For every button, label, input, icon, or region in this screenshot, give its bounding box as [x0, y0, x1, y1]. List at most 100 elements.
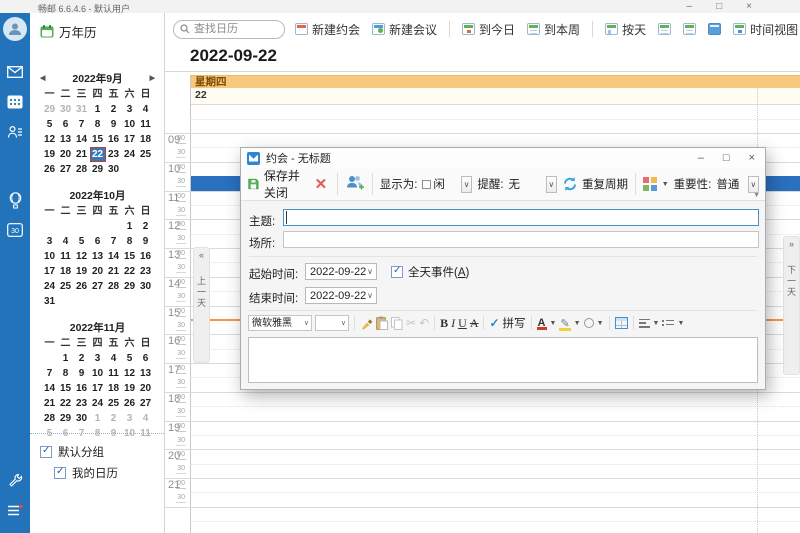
- subject-input[interactable]: [283, 209, 759, 226]
- invite-attendees-button[interactable]: [345, 174, 365, 194]
- mini-day-cell[interactable]: 25: [58, 279, 74, 294]
- mini-day-cell[interactable]: 27: [58, 162, 74, 177]
- mini-day-cell[interactable]: 2: [106, 411, 122, 426]
- mini-day-cell[interactable]: 11: [106, 366, 122, 381]
- font-size-combo[interactable]: ∨: [315, 315, 349, 331]
- mini-day-cell[interactable]: 20: [90, 264, 106, 279]
- show-as-value[interactable]: 闲: [422, 176, 455, 192]
- mini-day-cell[interactable]: 20: [138, 381, 154, 396]
- category-dropdown[interactable]: ▼: [662, 181, 669, 188]
- mini-day-cell[interactable]: 3: [90, 351, 106, 366]
- mini-day-cell[interactable]: 27: [138, 396, 154, 411]
- weekday-header[interactable]: 星期四: [191, 75, 800, 88]
- next-month-icon[interactable]: ▶: [150, 71, 155, 87]
- mini-day-cell[interactable]: 1: [90, 411, 106, 426]
- view-timeline-button[interactable]: 时间视图: [733, 21, 798, 38]
- account-avatar[interactable]: [0, 13, 30, 43]
- mini-day-cell[interactable]: 28: [42, 411, 58, 426]
- view-week-button[interactable]: [658, 23, 671, 35]
- insert-table-button[interactable]: [615, 317, 628, 329]
- mini-day-cell[interactable]: 16: [74, 381, 90, 396]
- minimize-button[interactable]: –: [687, 0, 693, 13]
- importance-value[interactable]: 普通: [716, 176, 742, 192]
- location-input[interactable]: [283, 231, 759, 248]
- copy-icon[interactable]: [391, 317, 403, 330]
- mini-day-cell[interactable]: 10: [90, 366, 106, 381]
- mini-day-cell[interactable]: 30: [106, 162, 122, 177]
- mini-day-cell[interactable]: 17: [122, 132, 138, 147]
- new-meeting-button[interactable]: 新建会议: [372, 21, 437, 38]
- mini-day-cell[interactable]: 1: [90, 102, 106, 117]
- nav-calendar[interactable]: [0, 87, 30, 117]
- mini-day-cell[interactable]: 26: [122, 396, 138, 411]
- list-button[interactable]: [662, 319, 674, 328]
- mini-day-cell[interactable]: 2: [74, 351, 90, 366]
- close-button[interactable]: ×: [746, 0, 752, 13]
- mini-day-cell[interactable]: 13: [90, 249, 106, 264]
- bold-button[interactable]: B: [440, 315, 448, 331]
- dialog-close-button[interactable]: ×: [749, 152, 755, 164]
- mini-day-cell[interactable]: 5: [42, 117, 58, 132]
- spell-check-button[interactable]: ✓ 拼写: [489, 315, 525, 331]
- mini-day-cell[interactable]: 1: [122, 219, 138, 234]
- mini-day-cell[interactable]: 3: [122, 102, 138, 117]
- mini-day-cell[interactable]: 31: [74, 102, 90, 117]
- mini-day-cell[interactable]: 7: [74, 117, 90, 132]
- mini-day-cell[interactable]: 15: [122, 249, 138, 264]
- mini-day-cell[interactable]: 19: [42, 147, 58, 162]
- mini-day-cell[interactable]: 7: [106, 234, 122, 249]
- mini-day-cell[interactable]: 6: [58, 117, 74, 132]
- mini-day-cell[interactable]: 4: [138, 411, 154, 426]
- background-color-button[interactable]: [584, 318, 594, 328]
- mini-day-cell[interactable]: 30: [74, 411, 90, 426]
- mini-day-cell[interactable]: 8: [90, 117, 106, 132]
- nav-settings[interactable]: [0, 465, 30, 495]
- highlight-dropdown[interactable]: ▼: [574, 320, 581, 327]
- mini-day-cell[interactable]: 7: [42, 366, 58, 381]
- mini-day-selected[interactable]: 22: [90, 147, 106, 162]
- mini-day-cell[interactable]: 9: [74, 366, 90, 381]
- nav-schedule[interactable]: 30: [0, 215, 30, 245]
- mini-day-cell[interactable]: 12: [74, 249, 90, 264]
- nav-balloon[interactable]: [0, 185, 30, 215]
- mini-day-cell[interactable]: 4: [138, 102, 154, 117]
- mini-day-cell[interactable]: 20: [58, 147, 74, 162]
- mini-day-cell[interactable]: 14: [106, 249, 122, 264]
- mini-day-cell[interactable]: 26: [74, 279, 90, 294]
- mini-day-cell[interactable]: 5: [74, 234, 90, 249]
- view-month-button[interactable]: [708, 23, 721, 35]
- search-box[interactable]: [173, 20, 285, 39]
- mini-day-cell[interactable]: 22: [58, 396, 74, 411]
- mini-day-cell[interactable]: 19: [74, 264, 90, 279]
- mini-day-cell[interactable]: 9: [106, 117, 122, 132]
- mini-day-cell[interactable]: 10: [42, 249, 58, 264]
- mini-day-cell[interactable]: 18: [138, 132, 154, 147]
- mini-day-cell[interactable]: 15: [90, 132, 106, 147]
- mini-day-cell[interactable]: 5: [122, 351, 138, 366]
- mini-day-cell[interactable]: 24: [90, 396, 106, 411]
- search-input[interactable]: [194, 23, 274, 35]
- mini-day-cell[interactable]: 6: [138, 351, 154, 366]
- paste-icon[interactable]: [376, 316, 388, 330]
- filter-checkbox[interactable]: [40, 446, 52, 458]
- mini-day-cell[interactable]: 28: [74, 162, 90, 177]
- mini-day-cell[interactable]: 29: [90, 162, 106, 177]
- mini-day-cell[interactable]: 26: [42, 162, 58, 177]
- nav-mail[interactable]: [0, 57, 30, 87]
- mini-day-cell[interactable]: 30: [58, 102, 74, 117]
- prev-month-icon[interactable]: ◀: [40, 71, 45, 87]
- mini-day-cell[interactable]: 9: [138, 234, 154, 249]
- mini-day-cell[interactable]: 31: [42, 294, 58, 309]
- filter-checkbox[interactable]: [54, 467, 66, 479]
- mini-day-cell[interactable]: 18: [106, 381, 122, 396]
- mini-day-cell[interactable]: 1: [58, 351, 74, 366]
- view-day-button[interactable]: 按天: [605, 21, 646, 38]
- mini-day-cell[interactable]: 24: [122, 147, 138, 162]
- category-color-icon[interactable]: [643, 177, 657, 191]
- list-dropdown[interactable]: ▼: [677, 320, 684, 327]
- mini-day-cell[interactable]: 21: [42, 396, 58, 411]
- mini-day-cell[interactable]: 8: [122, 234, 138, 249]
- format-painter-icon[interactable]: [360, 317, 373, 330]
- mini-day-cell[interactable]: 25: [138, 147, 154, 162]
- align-dropdown[interactable]: ▼: [653, 320, 660, 327]
